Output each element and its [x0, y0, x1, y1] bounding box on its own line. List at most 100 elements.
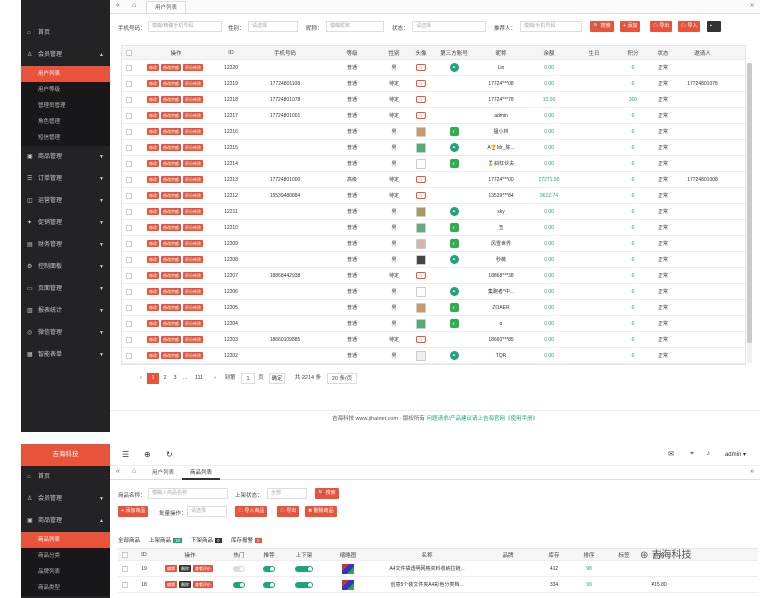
refresh-icon[interactable]: ↻: [166, 450, 173, 459]
edit-points-button[interactable]: 积分修改: [183, 96, 203, 103]
table-row[interactable]: 修改 修改余额 积分修改 12206 普通 男 ⚭ 集跑者*中... 0.00 0 正常: [122, 284, 745, 300]
table-row[interactable]: 修改 修改余额 积分修改 12205 普通 男 ◐ ZOAER 0.00 0 正常: [122, 300, 745, 316]
row-checkbox[interactable]: [126, 272, 132, 279]
column-header[interactable]: 昵称: [474, 46, 528, 59]
edit-points-button[interactable]: 积分修改: [183, 304, 203, 311]
page-2[interactable]: 2: [161, 373, 169, 384]
page-1[interactable]: 1: [147, 373, 159, 384]
edit-balance-button[interactable]: 修改余额: [161, 336, 181, 343]
goods-row-checkbox[interactable]: [122, 565, 128, 572]
row-checkbox[interactable]: [126, 64, 132, 71]
sidebar-item-home[interactable]: ⌂ 首页: [21, 22, 110, 44]
table-row[interactable]: 修改 修改余额 积分修改 12207 18868442938 普通 待定 ☺ 18868***3…: [122, 268, 745, 284]
collapse-right-icon[interactable]: »: [750, 468, 754, 475]
globe-icon[interactable]: ⊕: [144, 450, 151, 459]
column-header[interactable]: 余额: [528, 46, 570, 59]
goods-tab-offshelf[interactable]: 下架商品 0: [191, 536, 222, 546]
sidebar-sub-admin[interactable]: 管理员管理: [21, 98, 110, 114]
edit-balance-button[interactable]: 修改余额: [161, 176, 181, 183]
scrollbar-thumb[interactable]: [747, 63, 752, 343]
edit-button[interactable]: 修改: [147, 256, 159, 263]
table-row[interactable]: 修改 修改余额 积分修改 12210 普通 男 ◐ 玉 0.00 0 正常: [122, 220, 745, 236]
home-tab-icon[interactable]: ⌂: [132, 2, 136, 9]
edit-button[interactable]: 修改: [147, 128, 159, 135]
sidebar2-sub-category[interactable]: 商品分类: [21, 548, 110, 564]
edit-balance-button[interactable]: 修改余额: [161, 288, 181, 295]
row-checkbox[interactable]: [126, 224, 132, 231]
collapse-left-icon[interactable]: «: [116, 2, 120, 9]
page-3[interactable]: 3: [171, 373, 179, 384]
row-checkbox[interactable]: [126, 352, 132, 359]
sidebar-sub-user-level[interactable]: 用户等级: [21, 82, 110, 98]
column-header[interactable]: 积分: [618, 46, 648, 59]
table-row[interactable]: 修改 修改余额 积分修改 12218 17724801078 普通 待定 ☺ 17724***7…: [122, 92, 745, 108]
goods-column-header[interactable]: 标签: [604, 549, 644, 560]
goto-input[interactable]: 1: [241, 373, 255, 384]
row-checkbox[interactable]: [126, 240, 132, 247]
edit-points-button[interactable]: 积分修改: [183, 128, 203, 135]
delete-goods-button[interactable]: ✖ 删除商品: [305, 506, 337, 517]
edit-button[interactable]: 修改: [147, 272, 159, 279]
message-icon[interactable]: ✉: [668, 450, 674, 458]
table-row[interactable]: 修改 修改余额 积分修改 12203 18660109885 普通 待定 ☺ 18660***8…: [122, 332, 745, 348]
edit-points-button[interactable]: 积分修改: [183, 288, 203, 295]
edit-balance-button[interactable]: 修改余额: [161, 208, 181, 215]
table-row[interactable]: 修改 修改余额 积分修改 12217 17724801001 普通 待定 ☺ admin 0.00…: [122, 108, 745, 124]
recommend-toggle[interactable]: [263, 581, 275, 588]
goods-row-checkbox[interactable]: [122, 581, 128, 588]
page-size-select[interactable]: 20 条/页: [327, 373, 357, 384]
edit-button[interactable]: 修改: [147, 160, 159, 167]
edit-button[interactable]: 修改: [147, 80, 159, 87]
row-checkbox[interactable]: [126, 80, 132, 87]
goods-delete-button[interactable]: 删除: [179, 581, 191, 588]
table-row[interactable]: 修改 修改余额 积分修改 12204 普通 男 ◐ α 0.00 0 正常: [122, 316, 745, 332]
goods-column-header[interactable]: 库存: [534, 549, 574, 560]
row-checkbox[interactable]: [126, 256, 132, 263]
column-header[interactable]: 性别: [380, 46, 408, 59]
edit-balance-button[interactable]: 修改余额: [161, 224, 181, 231]
home-tab-icon[interactable]: ⌂: [132, 468, 136, 475]
edit-balance-button[interactable]: 修改余额: [161, 352, 181, 359]
sidebar2-item-goods[interactable]: ▣ 商品管理 ▲: [21, 510, 110, 532]
sidebar-item-control[interactable]: ⚙ 控制面板 ▼: [21, 256, 110, 278]
export-button[interactable]: ☁ 导出: [650, 21, 673, 32]
sidebar-item-finance[interactable]: ▤ 财务管理 ▼: [21, 234, 110, 256]
select-all-checkbox[interactable]: [126, 49, 132, 56]
edit-button[interactable]: 修改: [147, 240, 159, 247]
edit-points-button[interactable]: 积分修改: [183, 176, 203, 183]
column-header[interactable]: 第三方账号: [434, 46, 474, 59]
column-header[interactable]: 操作: [136, 46, 216, 59]
footer-help-link[interactable]: 问题请求/产品建议请上吉海官网《使用手册》: [426, 416, 538, 422]
more-button[interactable]: ▪: [707, 21, 721, 32]
sidebar2-sub-type[interactable]: 商品类型: [21, 580, 110, 596]
goods-delete-button[interactable]: 删除: [179, 565, 191, 572]
edit-points-button[interactable]: 积分修改: [183, 256, 203, 263]
edit-balance-button[interactable]: 修改余额: [161, 64, 181, 71]
sidebar-item-forms[interactable]: ▦ 智能表单 ▼: [21, 344, 110, 366]
collapse-right-icon[interactable]: »: [750, 2, 754, 9]
column-header[interactable]: 状态: [648, 46, 678, 59]
edit-points-button[interactable]: 积分修改: [183, 336, 203, 343]
edit-button[interactable]: 修改: [147, 352, 159, 359]
goods-column-header[interactable]: 品牌: [482, 549, 534, 560]
edit-button[interactable]: 修改: [147, 176, 159, 183]
row-checkbox[interactable]: [126, 128, 132, 135]
row-checkbox[interactable]: [126, 192, 132, 199]
edit-points-button[interactable]: 积分修改: [183, 112, 203, 119]
sidebar-item-operations[interactable]: ◫ 运营管理 ▼: [21, 190, 110, 212]
column-header[interactable]: 生日: [570, 46, 618, 59]
admin-menu[interactable]: admin ▾: [725, 451, 746, 458]
edit-button[interactable]: 修改: [147, 288, 159, 295]
add-goods-button[interactable]: + 添加商品: [118, 506, 149, 517]
goods-column-header[interactable]: 名称: [372, 549, 482, 560]
column-header[interactable]: 邀请人: [678, 46, 727, 59]
edit-button[interactable]: 修改: [147, 320, 159, 327]
bell-icon[interactable]: ♪: [707, 450, 711, 457]
table-row[interactable]: 修改 修改余额 积分修改 12211 普通 男 ⚭ sky 0.00 0 正常: [122, 204, 745, 220]
sidebar2-sub-goods-list[interactable]: 商品列表: [21, 532, 110, 548]
edit-points-button[interactable]: 积分修改: [183, 272, 203, 279]
row-checkbox[interactable]: [126, 304, 132, 311]
row-checkbox[interactable]: [126, 336, 132, 343]
edit-balance-button[interactable]: 修改余额: [161, 304, 181, 311]
sidebar-item-pages[interactable]: ▭ 页面管理 ▼: [21, 278, 110, 300]
